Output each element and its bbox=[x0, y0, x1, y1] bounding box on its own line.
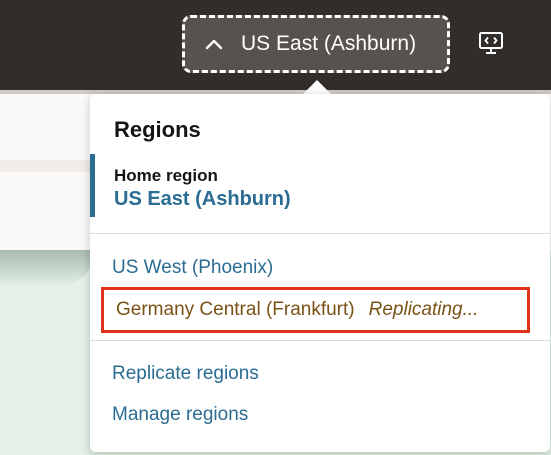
region-name: Germany Central (Frankfurt) bbox=[116, 299, 355, 320]
region-item-us-west[interactable]: US West (Phoenix) bbox=[112, 257, 273, 279]
developer-tools-icon bbox=[478, 31, 504, 60]
replicate-regions-link[interactable]: Replicate regions bbox=[112, 363, 259, 385]
region-selector-label: US East (Ashburn) bbox=[241, 32, 417, 55]
home-region-label: Home region bbox=[114, 166, 218, 185]
home-region-value[interactable]: US East (Ashburn) bbox=[114, 188, 291, 211]
manage-regions-link[interactable]: Manage regions bbox=[112, 404, 248, 426]
region-selector-button[interactable]: US East (Ashburn) bbox=[182, 15, 450, 73]
popup-arrow bbox=[302, 80, 332, 95]
divider bbox=[90, 340, 550, 341]
region-item-germany-central[interactable]: Germany Central (Frankfurt) Replicating.… bbox=[101, 287, 530, 333]
header-bar: US East (Ashburn) bbox=[0, 0, 551, 90]
developer-tools-button[interactable] bbox=[474, 28, 508, 62]
home-region-indicator bbox=[90, 154, 95, 217]
popup-title: Regions bbox=[114, 117, 201, 142]
replicating-status: Replicating... bbox=[368, 299, 479, 320]
chevron-up-icon bbox=[199, 29, 229, 59]
divider bbox=[90, 233, 550, 234]
page-background-band bbox=[0, 160, 100, 172]
regions-popup: Regions Home region US East (Ashburn) US… bbox=[90, 94, 550, 452]
